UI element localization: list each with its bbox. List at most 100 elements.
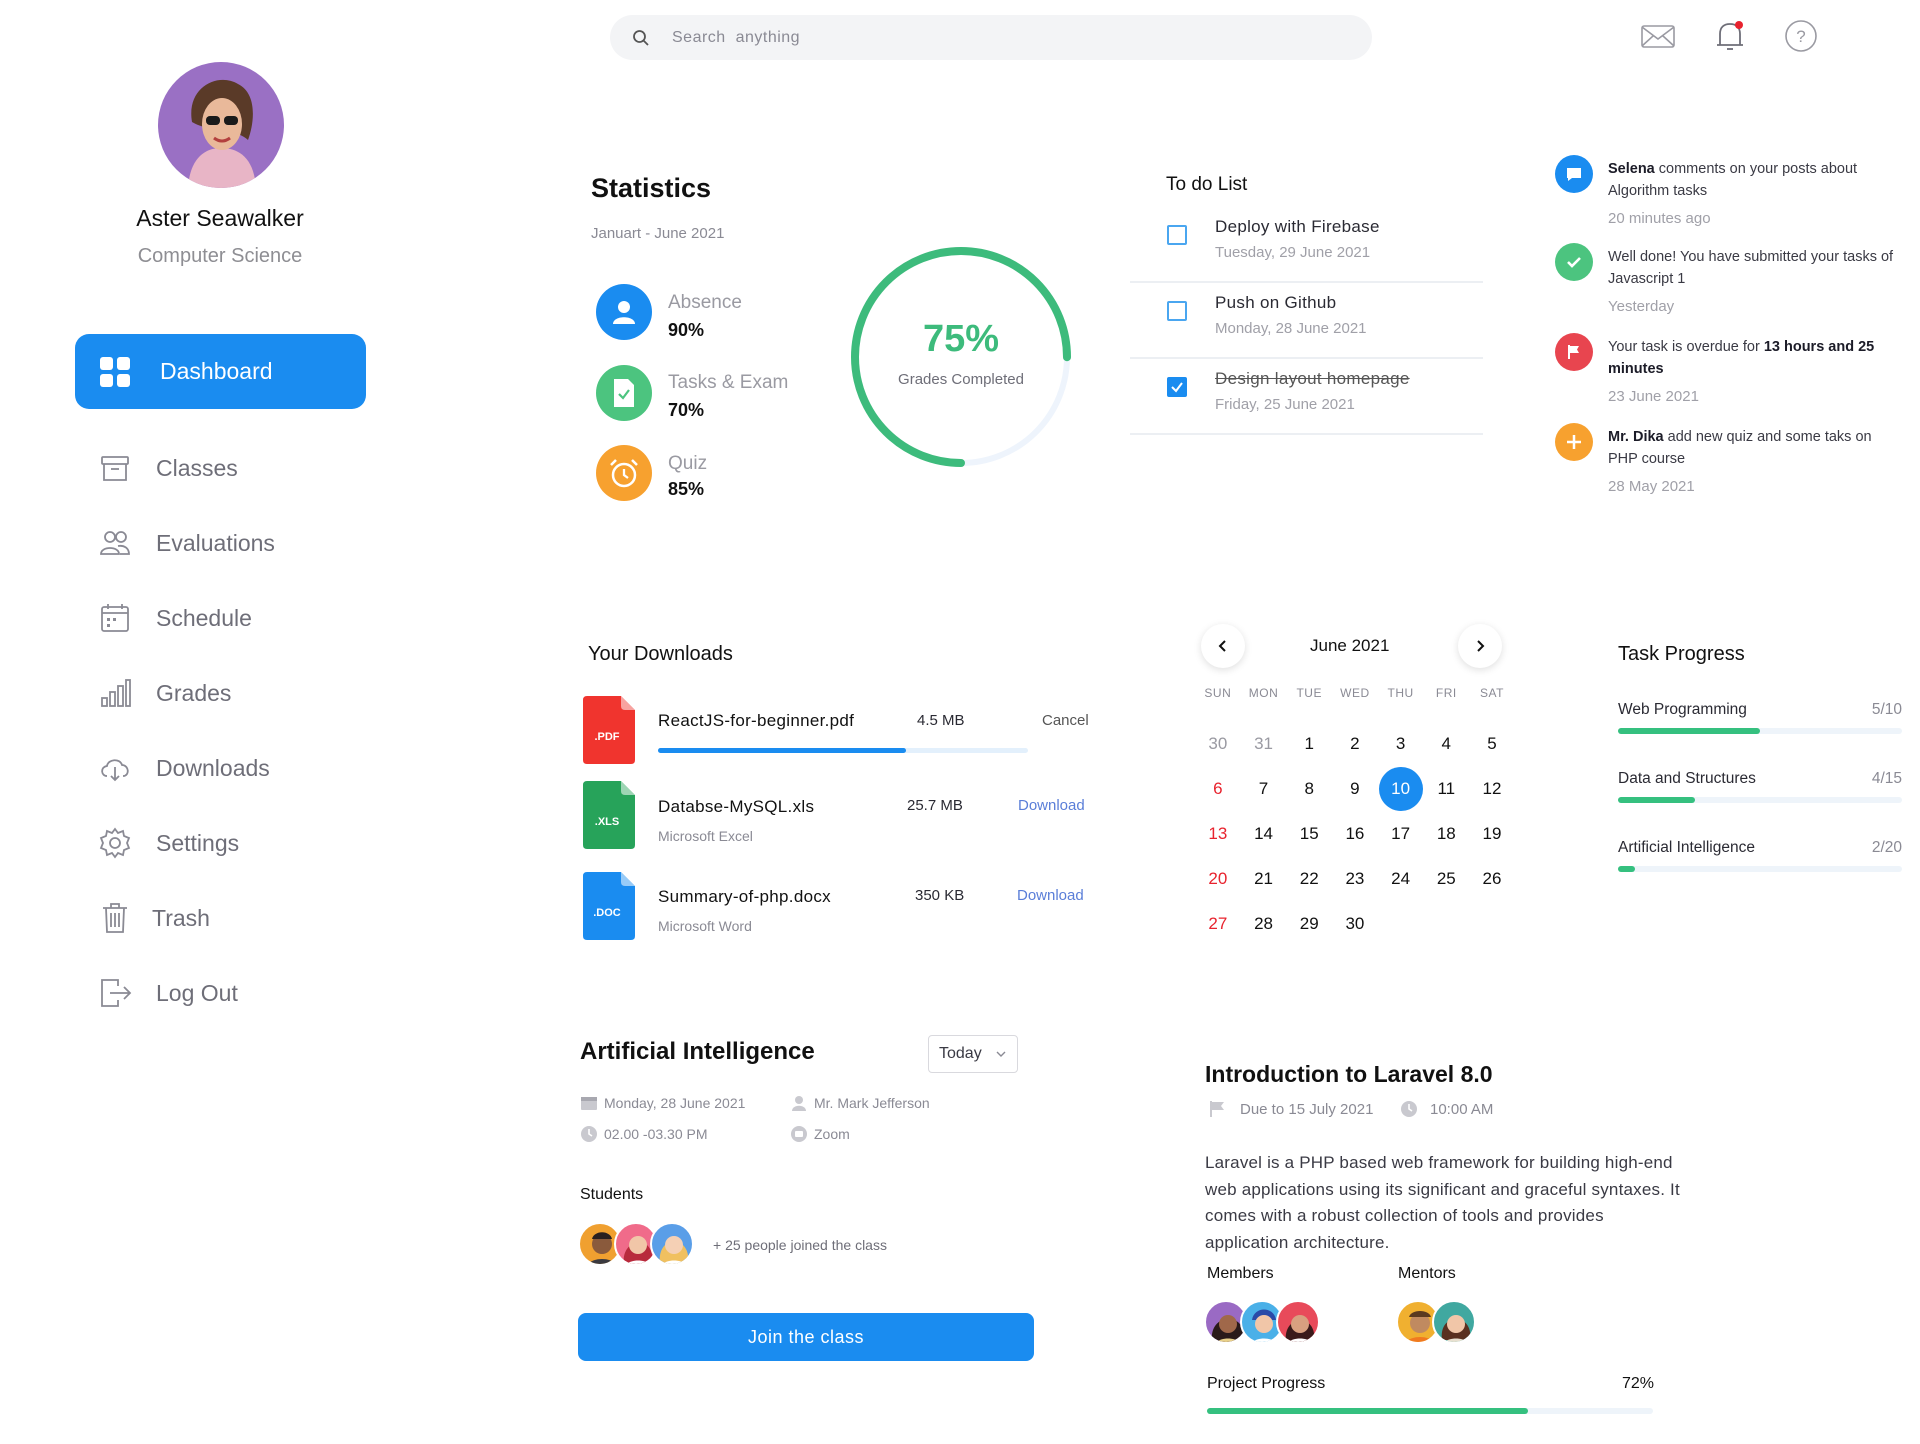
calendar-day[interactable]: 9 — [1332, 766, 1378, 811]
project-progress-track — [1207, 1408, 1653, 1414]
calendar-day[interactable]: 15 — [1286, 811, 1332, 856]
calendar-day[interactable]: 30 — [1195, 721, 1241, 766]
calendar-day[interactable]: 5 — [1469, 721, 1515, 766]
nav-item-label: Log Out — [156, 979, 238, 1006]
todo-item[interactable]: Design layout homepage Friday, 25 June 2… — [1130, 359, 1483, 435]
nav-item-logout[interactable]: Log Out — [98, 973, 358, 1013]
nav-item-grades[interactable]: Grades — [98, 673, 358, 713]
calendar-day[interactable]: 8 — [1286, 766, 1332, 811]
calendar-day-selected[interactable]: 10 — [1378, 766, 1424, 811]
user-department: Computer Science — [137, 245, 303, 267]
nav-item-label: Trash — [152, 904, 210, 931]
class-filter-dropdown[interactable]: Today — [928, 1035, 1018, 1073]
calendar-day[interactable]: 16 — [1332, 811, 1378, 856]
task-count: 5/10 — [1871, 701, 1902, 718]
member-avatars — [1204, 1300, 1320, 1344]
calendar-day[interactable]: 12 — [1469, 766, 1515, 811]
gear-icon — [99, 827, 131, 859]
member-avatar[interactable] — [1276, 1300, 1320, 1344]
calendar-day[interactable]: 25 — [1423, 856, 1469, 901]
calendar-day[interactable]: 28 — [1241, 901, 1287, 946]
project-progress-value: 72% — [1621, 1375, 1654, 1392]
student-avatar[interactable] — [650, 1222, 694, 1266]
cancel-download-button[interactable]: Cancel — [1042, 712, 1089, 729]
nav-item-downloads[interactable]: Downloads — [98, 748, 358, 788]
nav-item-classes[interactable]: Classes — [98, 448, 358, 488]
calendar-day[interactable]: 26 — [1469, 856, 1515, 901]
calendar-day[interactable]: 21 — [1241, 856, 1287, 901]
user-avatar[interactable] — [158, 62, 284, 188]
nav-item-label: Settings — [156, 829, 240, 856]
download-button[interactable]: Download — [1017, 887, 1084, 904]
join-class-button[interactable]: Join the class — [578, 1313, 1034, 1361]
calendar-day[interactable]: 29 — [1286, 901, 1332, 946]
users-icon — [100, 531, 130, 555]
calendar-day[interactable]: 1 — [1286, 721, 1332, 766]
calendar-day[interactable]: 20 — [1195, 856, 1241, 901]
todo-checkbox-checked[interactable] — [1167, 377, 1187, 397]
cloud-download-icon — [101, 759, 129, 782]
search-bar[interactable] — [610, 15, 1372, 60]
calendar-day[interactable]: 4 — [1423, 721, 1469, 766]
calendar-day[interactable]: 23 — [1332, 856, 1378, 901]
todo-checkbox[interactable] — [1167, 301, 1187, 321]
search-input[interactable] — [672, 28, 1272, 47]
notification-time: 23 June 2021 — [1608, 388, 1699, 405]
calendar-day[interactable]: 19 — [1469, 811, 1515, 856]
student-avatars — [578, 1222, 694, 1266]
calendar-day[interactable]: 3 — [1378, 721, 1424, 766]
calendar-day[interactable]: 30 — [1332, 901, 1378, 946]
todo-item-date: Friday, 25 June 2021 — [1215, 396, 1355, 413]
search-icon — [633, 29, 649, 46]
help-icon[interactable]: ? — [1783, 18, 1819, 54]
nav-item-dashboard[interactable]: Dashboard — [75, 334, 366, 409]
absence-user-icon — [596, 284, 652, 340]
doc-file-icon: .DOC — [583, 872, 635, 940]
calendar-day[interactable]: 18 — [1423, 811, 1469, 856]
calendar-day[interactable]: 24 — [1378, 856, 1424, 901]
download-button[interactable]: Download — [1018, 797, 1085, 814]
notification-text[interactable]: Mr. Dika add new quiz and some taks on P… — [1608, 426, 1898, 470]
class-teacher: Mr. Mark Jefferson — [790, 1095, 930, 1111]
flag-icon — [1555, 333, 1593, 371]
notification-text[interactable]: Selena comments on your posts about Algo… — [1608, 158, 1898, 202]
check-circle-icon — [1555, 243, 1593, 281]
calendar-day[interactable]: 22 — [1286, 856, 1332, 901]
calendar-day[interactable]: 17 — [1378, 811, 1424, 856]
calendar-day[interactable]: 11 — [1423, 766, 1469, 811]
nav-item-label: Dashboard — [160, 358, 273, 384]
notification-text[interactable]: Your task is overdue for 13 hours and 25… — [1608, 336, 1898, 380]
mail-icon[interactable] — [1640, 18, 1676, 54]
download-progress-track — [658, 748, 1028, 753]
nav-item-settings[interactable]: Settings — [98, 823, 358, 863]
students-label: Students — [580, 1186, 644, 1203]
task-progress-fill — [1618, 866, 1636, 872]
calendar-day[interactable]: 14 — [1241, 811, 1287, 856]
notification-time: 20 minutes ago — [1608, 210, 1711, 227]
todo-item[interactable]: Deploy with Firebase Tuesday, 29 June 20… — [1130, 207, 1483, 283]
calendar-prev-button[interactable] — [1201, 624, 1245, 668]
calendar-weekday: MON — [1248, 686, 1279, 700]
calendar-day[interactable]: 6 — [1195, 766, 1241, 811]
calendar-day[interactable]: 7 — [1241, 766, 1287, 811]
mentor-avatar[interactable] — [1432, 1300, 1476, 1344]
calendar-next-button[interactable] — [1458, 624, 1502, 668]
nav-item-schedule[interactable]: Schedule — [98, 598, 358, 638]
joined-text: + 25 people joined the class — [713, 1237, 887, 1253]
course-title: Introduction to Laravel 8.0 — [1205, 1061, 1493, 1087]
calendar-day[interactable]: 13 — [1195, 811, 1241, 856]
todo-checkbox[interactable] — [1167, 225, 1187, 245]
user-icon — [792, 1096, 806, 1111]
notification-text[interactable]: Well done! You have submitted your tasks… — [1608, 246, 1898, 290]
calendar-day[interactable]: 2 — [1332, 721, 1378, 766]
calendar-day[interactable]: 31 — [1241, 721, 1287, 766]
svg-text:.XLS: .XLS — [595, 816, 619, 828]
course-due: Due to 15 July 2021 — [1208, 1100, 1373, 1118]
bell-icon[interactable] — [1712, 18, 1748, 54]
calendar-day[interactable]: 27 — [1195, 901, 1241, 946]
todo-item[interactable]: Push on Github Monday, 28 June 2021 — [1130, 283, 1483, 359]
nav-item-trash[interactable]: Trash — [98, 898, 358, 938]
nav-item-evaluations[interactable]: Evaluations — [98, 523, 358, 563]
plus-icon — [1555, 423, 1593, 461]
archive-box-icon — [101, 456, 129, 481]
